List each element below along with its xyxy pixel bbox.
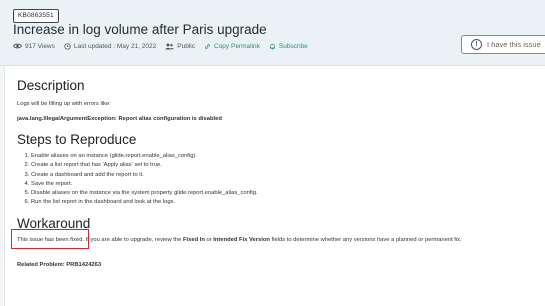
link-icon [205, 43, 210, 49]
fixed-highlight-box [11, 229, 89, 249]
have-this-issue-label: I have this issue [487, 40, 541, 49]
step-item: Create a list report that has 'Apply ali… [31, 161, 258, 170]
clock-icon [64, 42, 71, 50]
step-item: Run the list report in the dashboard and… [31, 198, 258, 207]
visibility-label: Public [177, 42, 195, 50]
eye-icon [13, 43, 22, 49]
last-updated: Last updated : May 21, 2022 [64, 43, 156, 50]
article-meta: 917 Views Last updated : May 21, 2022 Pu… [13, 41, 308, 51]
users-icon [165, 43, 175, 49]
visibility: Public [165, 43, 195, 50]
copy-permalink-link[interactable]: Copy Permalink [204, 43, 260, 50]
step-item: Enable aliases on an instance (glide.rep… [31, 152, 258, 161]
article-header: KB0863551 Increase in log volume after P… [0, 0, 545, 66]
description-heading: Description [17, 78, 85, 93]
article-title: Increase in log volume after Paris upgra… [13, 22, 267, 37]
fixed-in-term: Fixed In [182, 237, 205, 243]
exclamation-icon: ! [471, 39, 482, 50]
have-this-issue-button[interactable]: ! I have this issue [461, 35, 545, 54]
copy-permalink-label: Copy Permalink [214, 42, 260, 50]
kb-number-badge: KB0863551 [13, 9, 59, 23]
error-text: java.lang.IllegalArgumentException: Repo… [17, 116, 222, 122]
steps-list: Enable aliases on an instance (glide.rep… [17, 152, 258, 208]
bell-icon [269, 43, 275, 50]
workaround-text-part: If you are able to upgrade, review the [84, 237, 183, 243]
intended-fix-version-term: Intended Fix Version [213, 237, 270, 243]
views-count: 917 Views [13, 43, 55, 50]
views-label: 917 Views [25, 42, 55, 50]
description-text: Logs will be filling up with errors like… [17, 101, 111, 107]
subscribe-link[interactable]: Subscribe [269, 43, 308, 50]
step-item: Save the report. [31, 180, 258, 189]
step-item: Create a dashboard and add the report to… [31, 171, 258, 180]
workaround-text-part: or [204, 237, 214, 243]
subscribe-label: Subscribe [278, 42, 308, 50]
step-item: Disable aliases on the instance via the … [31, 189, 258, 198]
related-problem: Related Problem: PRB1424263 [17, 262, 102, 268]
steps-heading: Steps to Reproduce [17, 132, 137, 147]
last-updated-label: Last updated : May 21, 2022 [73, 42, 157, 50]
workaround-text-part: fields to determine whether any versions… [269, 237, 462, 243]
article-body: Description Logs will be filling up with… [4, 66, 545, 306]
